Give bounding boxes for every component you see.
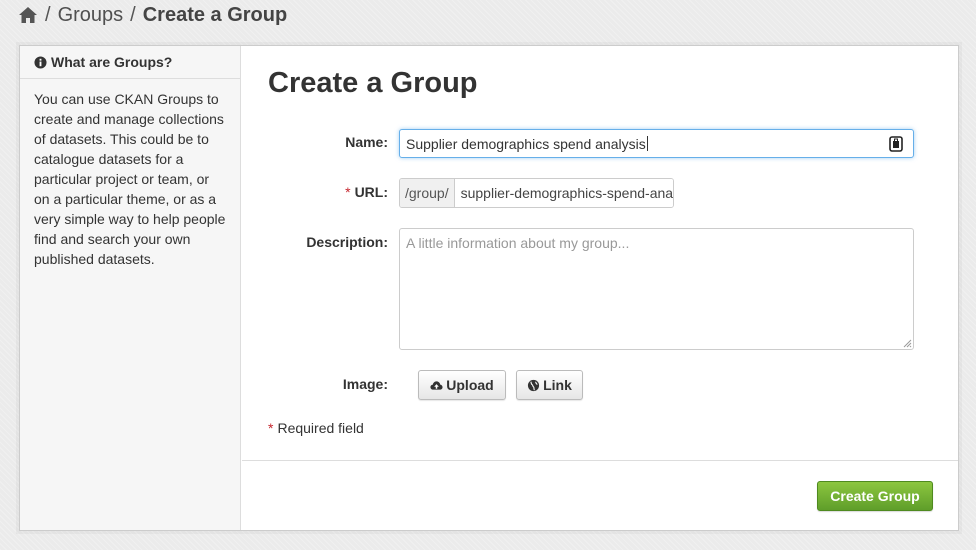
link-button-label: Link (543, 377, 572, 393)
name-label: Name: (345, 134, 388, 150)
page-title: Create a Group (268, 67, 478, 99)
upload-button[interactable]: Upload (418, 370, 506, 400)
url-label: * URL: (268, 184, 388, 200)
description-textarea[interactable]: A little information about my group... (399, 228, 914, 350)
breadcrumb-current[interactable]: Create a Group (143, 4, 287, 27)
sidebar-heading: What are Groups? (20, 46, 240, 79)
sidebar: What are Groups? You can use CKAN Groups… (20, 46, 241, 530)
description-label: Description: (306, 234, 388, 250)
info-circle-icon (34, 55, 47, 69)
page-wrapper: What are Groups? You can use CKAN Groups… (19, 45, 959, 531)
url-field: /group/ supplier-demographics-spend-anal… (399, 178, 674, 208)
description-placeholder: A little information about my group... (406, 235, 630, 251)
required-field-note: * Required field (268, 420, 364, 436)
breadcrumb-separator: / (45, 3, 51, 26)
home-icon[interactable] (18, 6, 38, 24)
sidebar-body: You can use CKAN Groups to create and ma… (34, 91, 226, 267)
url-input[interactable]: supplier-demographics-spend-analysis (454, 179, 673, 207)
required-marker: * (345, 184, 351, 200)
breadcrumb-separator: / (130, 3, 136, 26)
text-cursor (646, 136, 648, 151)
url-prefix: /group/ (400, 179, 455, 207)
image-label: Image: (342, 376, 388, 392)
name-input[interactable]: Supplier demographics spend analysis (399, 129, 914, 158)
globe-icon (528, 379, 540, 391)
create-group-button[interactable]: Create Group (817, 481, 933, 511)
password-manager-icon[interactable] (889, 136, 903, 152)
cloud-upload-icon (430, 380, 443, 390)
url-label-text: URL: (354, 184, 388, 200)
name-input-value: Supplier demographics spend analysis (406, 135, 646, 152)
breadcrumb-groups-link[interactable]: Groups (58, 4, 124, 27)
main-content: Create a Group Name: Supplier demographi… (242, 46, 958, 530)
breadcrumb: / Groups / Create a Group (18, 2, 287, 28)
resize-grip-icon[interactable] (903, 339, 912, 348)
link-button[interactable]: Link (516, 370, 583, 400)
required-note-text: Required field (277, 420, 364, 436)
upload-button-label: Upload (446, 377, 494, 393)
required-marker: * (268, 420, 274, 436)
form-actions: Create Group (242, 460, 958, 511)
sidebar-heading-text: What are Groups? (51, 54, 173, 70)
